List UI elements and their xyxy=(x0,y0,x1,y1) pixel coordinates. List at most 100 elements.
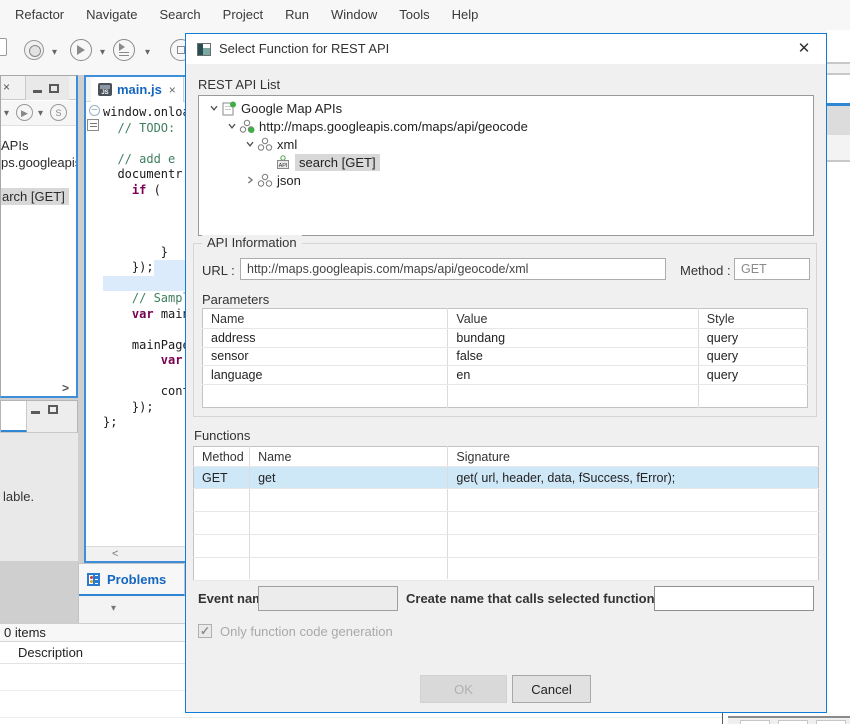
tab-main-js[interactable]: main.js × xyxy=(91,77,184,102)
view-menu-icon[interactable]: ▾ xyxy=(111,603,116,614)
table-row[interactable]: addressbundangquery xyxy=(203,329,808,348)
table-cell: bundang xyxy=(448,329,698,348)
table-cell xyxy=(448,558,819,581)
menu-item-search[interactable]: Search xyxy=(148,0,211,30)
menu-item-refactor[interactable]: Refactor xyxy=(4,0,75,30)
tree-row-search-get-[interactable]: APIsearch [GET] xyxy=(199,153,813,171)
debug-dropdown-icon[interactable]: ▾ xyxy=(52,47,57,58)
table-cell xyxy=(448,535,819,558)
tree-row-google-map-apis[interactable]: Google Map APIs xyxy=(199,99,813,117)
table-row[interactable]: sensorfalsequery xyxy=(203,347,808,366)
lower-left-message: lable. xyxy=(0,433,78,561)
table-cell: en xyxy=(448,366,698,385)
chevron-right-icon[interactable] xyxy=(243,175,257,185)
column-header[interactable]: Signature xyxy=(448,447,819,467)
scroll-left-icon[interactable]: < xyxy=(112,547,118,561)
table-header-row: MethodNameSignature xyxy=(194,447,819,467)
minimize-icon[interactable] xyxy=(31,411,40,414)
event-name-input[interactable] xyxy=(258,586,398,611)
run-small-icon[interactable]: ▶ xyxy=(16,104,33,121)
rest-api-view-toolbar: ▾ ▶ ▾ S xyxy=(1,101,76,126)
chevron-down-icon[interactable] xyxy=(225,121,239,131)
cancel-button[interactable]: Cancel xyxy=(512,675,591,703)
parameters-table[interactable]: NameValueStyleaddressbundangquerysensorf… xyxy=(202,308,808,408)
rest-api-tree-clipped[interactable]: APIsps.googleapis. arch [GET] xyxy=(1,127,76,382)
close-icon[interactable]: ✕ xyxy=(792,38,816,60)
tree-row-http-maps-googleapis-com-maps-api-geocode[interactable]: http://maps.googleapis.com/maps/api/geoc… xyxy=(199,117,813,135)
menu-item-tools[interactable]: Tools xyxy=(388,0,440,30)
menu-item-project[interactable]: Project xyxy=(212,0,274,30)
column-header[interactable]: Method xyxy=(194,447,250,467)
table-cell: get( url, header, data, fSuccess, fError… xyxy=(448,467,819,489)
cluster-icon xyxy=(257,173,273,188)
tree-row-xml[interactable]: xml xyxy=(199,135,813,153)
scroll-right-icon[interactable]: > xyxy=(62,381,69,395)
clipboard-icon[interactable] xyxy=(0,38,7,56)
table-cell xyxy=(194,535,250,558)
chevron-down-icon[interactable] xyxy=(207,103,221,113)
create-name-input[interactable] xyxy=(654,586,814,611)
tab-close-icon[interactable]: × xyxy=(3,80,10,94)
tree-row-json[interactable]: json xyxy=(199,171,813,189)
tree-item-label: http://maps.googleapis.com/maps/api/geoc… xyxy=(259,119,528,134)
maximize-icon[interactable] xyxy=(49,84,59,93)
editor-tab-label: main.js xyxy=(117,82,162,97)
menu-item-window[interactable]: Window xyxy=(320,0,388,30)
ok-button[interactable]: OK xyxy=(420,675,507,703)
run-dropdown-icon[interactable]: ▾ xyxy=(100,47,105,58)
tab-problems[interactable]: Problems xyxy=(79,564,185,596)
dropdown-icon[interactable]: ▾ xyxy=(38,108,43,119)
table-row[interactable]: GETgetget( url, header, data, fSuccess, … xyxy=(194,467,819,489)
fold-collapse-icon[interactable]: – xyxy=(89,105,100,116)
s-badge-icon[interactable]: S xyxy=(50,104,67,121)
table-row xyxy=(194,512,819,535)
table-cell xyxy=(448,512,819,535)
js-file-icon xyxy=(98,83,112,96)
task-marker-icon xyxy=(87,119,99,131)
tree-row[interactable]: arch [GET] xyxy=(1,188,76,205)
menu-item-help[interactable]: Help xyxy=(441,0,490,30)
run-icon[interactable] xyxy=(70,39,92,61)
table-cell xyxy=(250,512,448,535)
table-cell: language xyxy=(203,366,448,385)
chevron-down-icon[interactable] xyxy=(243,139,257,149)
maximize-icon[interactable] xyxy=(48,405,58,414)
table-cell xyxy=(250,489,448,512)
run-config-icon[interactable] xyxy=(113,39,135,61)
tree-row[interactable] xyxy=(1,171,76,188)
menu-item-navigate[interactable]: Navigate xyxy=(75,0,148,30)
column-header[interactable]: Name xyxy=(250,447,448,467)
table-cell xyxy=(194,489,250,512)
url-input[interactable] xyxy=(240,258,666,280)
column-header[interactable]: Value xyxy=(448,309,698,329)
table-cell: query xyxy=(698,347,807,366)
debug-icon[interactable] xyxy=(24,40,44,60)
minimize-icon[interactable] xyxy=(33,90,42,93)
table-row[interactable]: languageenquery xyxy=(203,366,808,385)
table-row xyxy=(194,535,819,558)
table-cell xyxy=(194,558,250,581)
only-function-checkbox[interactable]: ✓ xyxy=(198,624,212,638)
separator xyxy=(194,579,818,580)
run-config-dropdown-icon[interactable]: ▾ xyxy=(145,47,150,58)
column-header[interactable]: Name xyxy=(203,309,448,329)
menu-item-run[interactable]: Run xyxy=(274,0,320,30)
dialog-title: Select Function for REST API xyxy=(219,34,389,64)
table-row xyxy=(203,385,808,408)
tree-row[interactable]: APIs xyxy=(1,137,76,154)
functions-table[interactable]: MethodNameSignatureGETgetget( url, heade… xyxy=(193,446,819,581)
dropdown-icon[interactable]: ▾ xyxy=(4,108,9,119)
rest-api-list-label: REST API List xyxy=(198,77,280,92)
problems-icon xyxy=(87,573,100,586)
method-input[interactable] xyxy=(734,258,810,280)
dialog-titlebar[interactable]: Select Function for REST API ✕ xyxy=(186,34,826,64)
tab-close-icon[interactable]: × xyxy=(169,83,176,97)
column-header[interactable]: Style xyxy=(698,309,807,329)
tree-row[interactable]: ps.googleapis. xyxy=(1,154,76,171)
table-cell: sensor xyxy=(203,347,448,366)
rest-api-view-tabstrip: × xyxy=(1,76,76,100)
parameters-label: Parameters xyxy=(202,292,269,307)
lower-left-tab[interactable] xyxy=(1,401,27,432)
rest-api-view: × ▾ ▶ ▾ S APIsps.googleapis. arch [GET] > xyxy=(0,75,78,398)
table-cell: query xyxy=(698,329,807,348)
